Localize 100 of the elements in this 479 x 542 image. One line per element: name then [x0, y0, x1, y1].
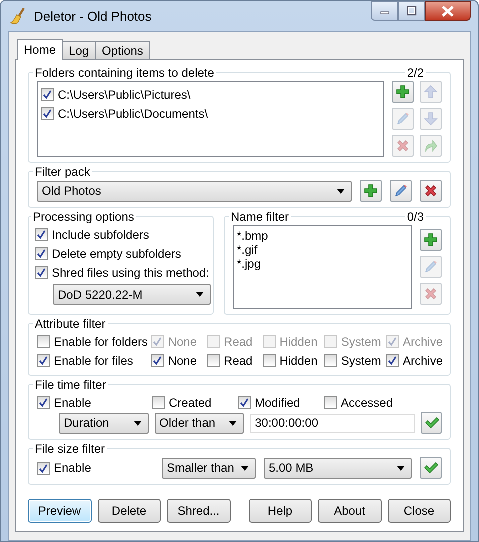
- apply-button[interactable]: [421, 412, 442, 434]
- push-button[interactable]: Delete: [98, 499, 161, 523]
- checkbox[interactable]: [37, 335, 50, 348]
- checkmark-icon: [388, 356, 397, 365]
- checkbox[interactable]: [37, 462, 50, 474]
- checkbox-label: None: [168, 334, 198, 348]
- dropdown[interactable]: Older than: [154, 412, 244, 434]
- checkbox-label: Enable for files: [54, 354, 134, 368]
- checkbox[interactable]: [152, 396, 165, 409]
- caret-icon: [134, 420, 142, 426]
- checkmark-icon: [39, 464, 48, 472]
- duration-field[interactable]: 30:00:00:00: [250, 414, 416, 432]
- broom-icon: [10, 7, 28, 25]
- apply-button[interactable]: [420, 457, 442, 479]
- checkbox-label: System: [341, 354, 382, 368]
- plus-icon: [396, 85, 410, 99]
- checkbox[interactable]: [324, 354, 338, 367]
- checkbox[interactable]: [35, 266, 48, 279]
- folder-path[interactable]: C:\Users\Public\Pictures\: [58, 88, 191, 102]
- pencil-icon: [394, 184, 408, 198]
- checkbox[interactable]: [386, 354, 399, 367]
- group-title: Folders containing items to delete: [33, 65, 216, 81]
- checkmark-icon: [388, 337, 397, 346]
- caret-icon: [337, 188, 345, 194]
- pencil-icon: [424, 260, 438, 274]
- checkbox[interactable]: [37, 354, 50, 367]
- checkbox-label: Modified: [255, 396, 300, 410]
- push-button[interactable]: Help: [248, 499, 312, 523]
- checkmark-icon: [153, 337, 162, 346]
- checkbox-label: Accessed: [341, 396, 394, 410]
- close-button[interactable]: [425, 1, 471, 21]
- push-button[interactable]: About: [318, 499, 382, 523]
- cross-icon: [424, 184, 438, 198]
- checkbox[interactable]: [262, 354, 276, 367]
- checkbox-label: Created: [169, 396, 212, 410]
- caret-icon: [229, 420, 238, 426]
- remove-button[interactable]: [420, 180, 442, 202]
- checkbox[interactable]: [151, 354, 164, 367]
- checkbox[interactable]: [37, 396, 50, 409]
- checkbox[interactable]: [324, 396, 337, 409]
- maximize-button[interactable]: [398, 1, 425, 21]
- tab[interactable]: Options: [95, 41, 150, 59]
- checkbox-label: Enable: [54, 396, 92, 410]
- checkbox[interactable]: [238, 396, 251, 409]
- checkbox[interactable]: [35, 228, 48, 241]
- push-button[interactable]: Shred...: [167, 499, 230, 523]
- caret-icon: [241, 466, 249, 470]
- tab[interactable]: Home: [17, 39, 64, 60]
- dropdown[interactable]: DoD 5220.22-M: [53, 284, 211, 305]
- checkbox[interactable]: [41, 88, 54, 101]
- add-button[interactable]: [360, 180, 382, 202]
- checkbox-label: Include subfolders: [52, 228, 150, 242]
- dropdown[interactable]: 5.00 MB: [264, 458, 412, 478]
- plus-icon: [364, 184, 378, 198]
- checkbox-label: Enable for folders: [54, 334, 148, 348]
- plus-icon: [424, 233, 438, 247]
- checkbox-label: Delete empty subfolders: [52, 246, 182, 260]
- add-button[interactable]: [392, 81, 414, 103]
- pencil-icon: [396, 112, 410, 126]
- checkbox-label: Archive: [403, 334, 444, 348]
- checkbox-label: Shred files using this method:: [52, 266, 210, 280]
- dropdown[interactable]: Old Photos: [37, 180, 352, 202]
- checkbox[interactable]: [41, 107, 54, 120]
- close-icon: [442, 6, 454, 16]
- maximize-icon: [406, 6, 416, 16]
- checkmark-icon: [39, 398, 48, 407]
- tab[interactable]: Log: [62, 41, 96, 59]
- checkbox-label: Archive: [403, 354, 444, 368]
- folder-path[interactable]: C:\Users\Public\Documents\: [58, 106, 208, 120]
- dropdown[interactable]: Duration: [59, 412, 149, 434]
- checkmark-icon: [37, 249, 46, 258]
- checkbox-label: System: [341, 334, 382, 348]
- push-button[interactable]: Close: [388, 499, 451, 523]
- checkbox-label: Read: [224, 354, 253, 368]
- checkbox-label: None: [168, 354, 198, 368]
- window-title: Deletor - Old Photos: [34, 8, 153, 24]
- checkbox[interactable]: [207, 354, 220, 367]
- checkmark-icon: [43, 90, 52, 99]
- push-button[interactable]: Preview: [28, 499, 92, 523]
- checkmark-icon: [153, 356, 162, 365]
- cross-icon: [424, 287, 438, 301]
- caret-icon: [196, 292, 204, 297]
- checkmark-icon: [37, 230, 46, 239]
- curved-arrow-icon: [424, 139, 438, 153]
- checkmark-icon: [43, 109, 52, 118]
- arrow-up-icon: [424, 85, 438, 99]
- checkbox-label: Read: [224, 334, 253, 348]
- edit-button[interactable]: [390, 180, 412, 202]
- pattern-item[interactable]: *.bmp: [237, 229, 408, 243]
- arrow-down-icon: [424, 112, 438, 126]
- pattern-item[interactable]: *.jpg: [237, 257, 408, 271]
- checkbox[interactable]: [35, 247, 48, 260]
- group-title: Processing options: [31, 209, 136, 225]
- dropdown[interactable]: Smaller than: [162, 458, 256, 478]
- add-button[interactable]: [420, 229, 442, 251]
- pattern-item[interactable]: *.gif: [237, 243, 408, 257]
- caret-icon: [397, 466, 405, 470]
- checkmark-icon: [37, 268, 46, 277]
- checkmark-icon: [39, 356, 48, 365]
- checkmark-icon: [424, 416, 439, 430]
